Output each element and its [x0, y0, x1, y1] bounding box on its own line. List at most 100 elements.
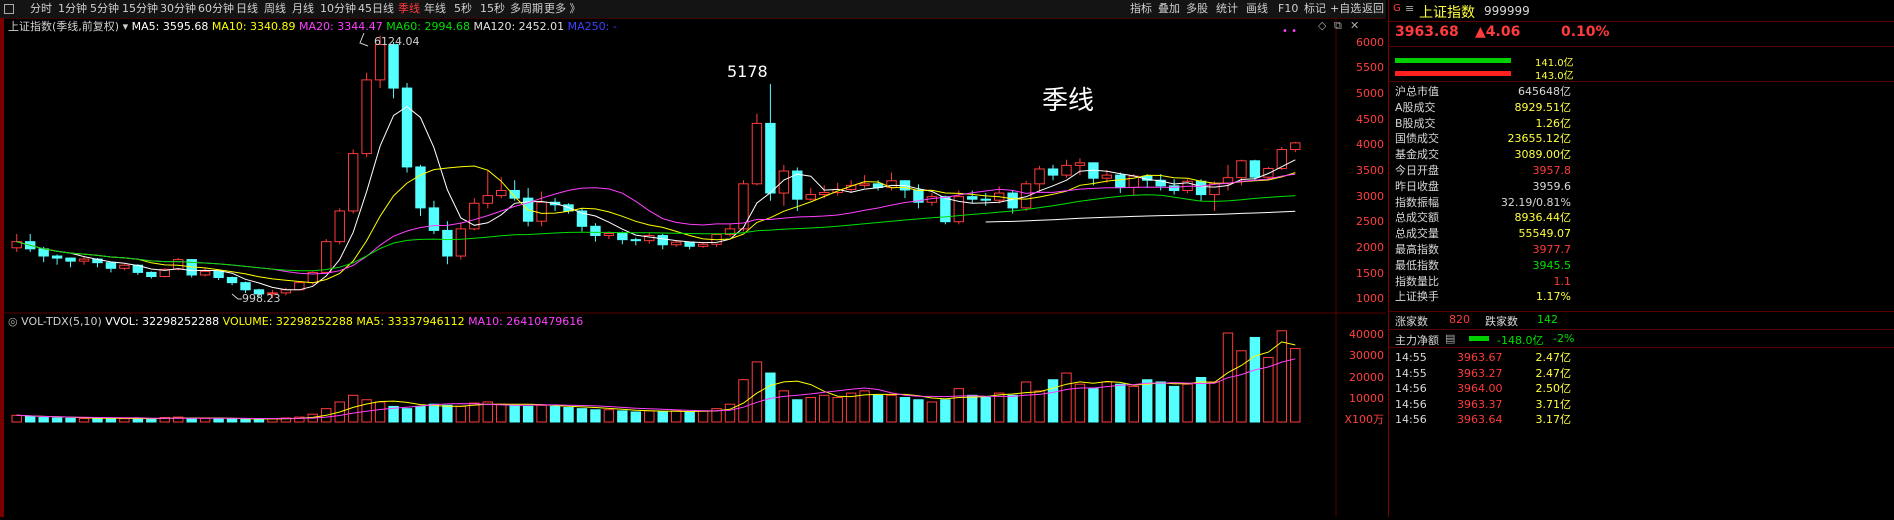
- tick-row: 14:56 3964.00 2.50亿: [1395, 381, 1595, 397]
- tab-month[interactable]: 月线: [292, 2, 314, 16]
- expand-icon[interactable]: ⧉: [1334, 19, 1342, 33]
- kline-chart-area[interactable]: 上证指数(季线,前复权) ▾ MA5: 3595.68 MA10: 3340.8…: [0, 18, 1386, 517]
- volume-bar: [536, 404, 547, 423]
- tab-more[interactable]: 更多 》: [544, 2, 581, 16]
- candle-body: [199, 270, 211, 276]
- tick-price: 3964.00: [1457, 382, 1503, 395]
- tab-1min[interactable]: 1分钟: [58, 2, 87, 16]
- menu-f10[interactable]: F10: [1278, 2, 1298, 16]
- stat-row: 总成交量 55549.07: [1395, 226, 1595, 242]
- tab-year[interactable]: 年线: [424, 2, 446, 16]
- candle-body: [482, 195, 493, 204]
- stat-row: 国债成交 23655.12亿: [1395, 131, 1595, 147]
- price-tick: 1000: [1356, 292, 1384, 305]
- panel-title: 上证指数: [1419, 5, 1475, 21]
- volume-bar: [401, 408, 413, 423]
- candle-body: [819, 192, 830, 196]
- menu-add-favorite[interactable]: +自选: [1330, 2, 1361, 16]
- candle-body: [590, 225, 601, 237]
- settings-diamond-icon[interactable]: ◇: [1318, 19, 1326, 32]
- tab-day[interactable]: 日线: [236, 2, 258, 16]
- candle-body: [657, 235, 668, 246]
- volume-bar: [1088, 388, 1099, 423]
- menu-overlay[interactable]: 叠加: [1158, 2, 1180, 16]
- vol-tick: 20000: [1349, 371, 1384, 384]
- vol-unit: X100万: [1344, 413, 1384, 426]
- volume-bar: [374, 401, 386, 423]
- stat-label: 指数量比: [1395, 274, 1439, 288]
- stat-row: B股成交 1.26亿: [1395, 116, 1595, 132]
- price-tick: 4500: [1356, 113, 1384, 126]
- divider: [1389, 21, 1894, 22]
- stat-label: 沪总市值: [1395, 85, 1439, 98]
- tick-volume: 3.71亿: [1535, 397, 1572, 411]
- stat-row: 今日开盘 3957.8: [1395, 163, 1595, 179]
- tick-price: 3963.27: [1457, 366, 1503, 380]
- tab-5min[interactable]: 5分钟: [90, 2, 119, 16]
- tab-30min[interactable]: 30分钟: [160, 2, 196, 16]
- menu-multi-stock[interactable]: 多股: [1186, 2, 1208, 16]
- stat-row: 总成交额 8936.44亿: [1395, 210, 1595, 226]
- volume-bar: [1155, 381, 1166, 423]
- vol-ma5: MA5: 33337946112: [356, 315, 465, 328]
- period-toolbar: 分时 1分钟 5分钟 15分钟 30分钟 60分钟 日线 周线 月线 10分钟 …: [0, 0, 1386, 19]
- volume-bar: [805, 397, 816, 423]
- tab-15sec[interactable]: 15秒: [480, 2, 505, 16]
- menu-draw[interactable]: 画线: [1246, 2, 1268, 16]
- menu-mark[interactable]: 标记: [1304, 2, 1326, 16]
- volume-bar: [11, 414, 22, 423]
- volume-bar: [442, 404, 453, 423]
- vol-legend: ◎ VOL-TDX(5,10) VVOL: 32298252288 VOLUME…: [8, 315, 583, 328]
- stat-row: 沪总市值 645648亿: [1395, 84, 1595, 100]
- flow-info-icon[interactable]: ▤: [1445, 332, 1455, 345]
- ma10-line: [16, 165, 1296, 284]
- tab-multi-period[interactable]: 多周期: [510, 2, 543, 16]
- vol-collapse-icon[interactable]: ◎: [8, 315, 18, 328]
- vol-tick: 10000: [1349, 392, 1384, 405]
- volume-bar: [1236, 350, 1247, 423]
- candle-body: [603, 232, 615, 237]
- candle-body: [442, 229, 453, 257]
- volume-bar: [51, 417, 63, 423]
- divider: [1389, 329, 1894, 330]
- tab-10min[interactable]: 10分钟: [320, 2, 356, 16]
- candle-body: [805, 194, 816, 200]
- stat-label: 今日开盘: [1395, 164, 1439, 177]
- tick-price: 3963.67: [1457, 351, 1503, 364]
- menu-back[interactable]: 返回: [1362, 2, 1384, 16]
- close-icon[interactable]: ✕: [1350, 19, 1359, 32]
- stat-value: 3089.00亿: [1514, 148, 1572, 162]
- menu-indicator[interactable]: 指标: [1130, 2, 1152, 16]
- candle-body: [684, 241, 695, 247]
- volume-bar: [119, 418, 130, 423]
- vol-volume: VOLUME: 32298252288: [222, 315, 353, 328]
- tab-15min[interactable]: 15分钟: [122, 2, 158, 16]
- ma20-line: [16, 173, 1296, 275]
- legend-dropdown-icon[interactable]: ▾: [123, 20, 129, 33]
- tab-45day[interactable]: 45日线: [358, 2, 394, 16]
- stat-label: B股成交: [1395, 116, 1436, 130]
- kline-svg: [0, 18, 1386, 517]
- stat-value: 23655.12亿: [1507, 132, 1572, 146]
- stat-value: 8929.51亿: [1514, 100, 1572, 114]
- menu-icon[interactable]: ≡: [1405, 2, 1414, 15]
- tab-week[interactable]: 周线: [264, 2, 286, 16]
- window-toggle-icon[interactable]: [4, 4, 14, 14]
- tab-quarter[interactable]: 季线: [398, 2, 420, 16]
- main-legend: 上证指数(季线,前复权) ▾ MA5: 3595.68 MA10: 3340.8…: [8, 18, 617, 34]
- volume-bar: [455, 405, 467, 423]
- volume-bar: [1061, 372, 1072, 423]
- tab-fenshi[interactable]: 分时: [30, 2, 52, 16]
- candle-body: [670, 241, 682, 246]
- candle-body: [967, 196, 978, 200]
- price-tick: 2500: [1356, 215, 1384, 228]
- up-count-label: 涨家数: [1395, 315, 1428, 328]
- menu-statistics[interactable]: 统计: [1216, 2, 1238, 16]
- divider: [1389, 81, 1894, 82]
- stat-value: 3959.6: [1532, 179, 1572, 193]
- tab-5sec[interactable]: 5秒: [454, 2, 472, 16]
- volume-bar: [1182, 383, 1193, 423]
- tab-60min[interactable]: 60分钟: [198, 2, 234, 16]
- period-label: 季线: [1042, 86, 1095, 116]
- candle-body: [334, 210, 345, 243]
